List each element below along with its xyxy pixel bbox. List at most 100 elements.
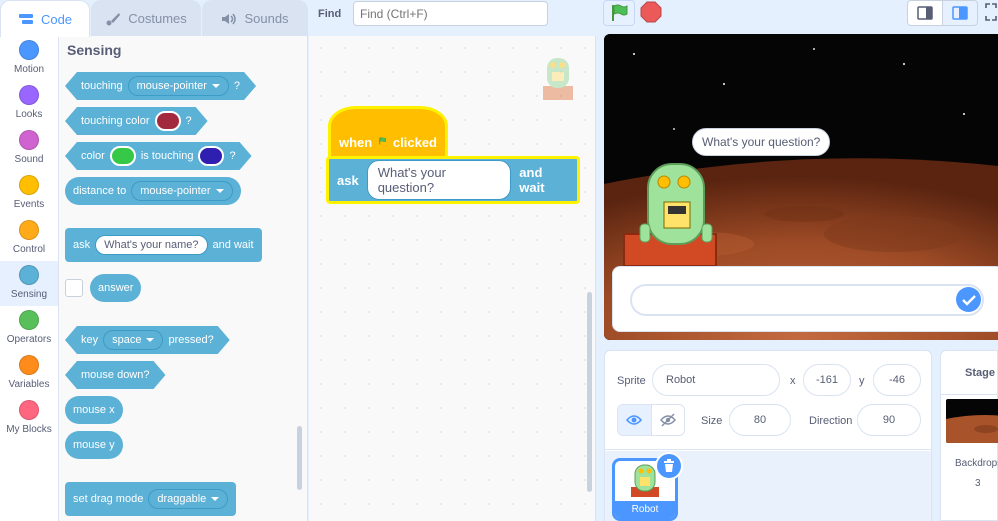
block-label: clicked xyxy=(392,135,437,150)
block-label: ask xyxy=(337,172,359,188)
block-label: touching color xyxy=(81,115,150,127)
tab-code-label: Code xyxy=(40,11,73,27)
category-looks[interactable]: Looks xyxy=(0,81,58,126)
brush-icon xyxy=(105,12,121,26)
ask-prompt-panel xyxy=(612,266,998,332)
sprite-label: Sprite xyxy=(617,375,646,387)
sensing-dot-icon xyxy=(19,265,39,285)
large-stage-button[interactable] xyxy=(942,0,978,26)
stage-selector[interactable]: Stage Backdrops 3 xyxy=(940,350,998,521)
stage-selector-title: Stage xyxy=(941,351,997,395)
eye-icon xyxy=(626,415,643,425)
touching-color-block[interactable]: touching color ? xyxy=(65,107,208,135)
fullscreen-button[interactable] xyxy=(984,2,998,22)
key-menu[interactable]: space xyxy=(103,330,163,350)
menu-value: draggable xyxy=(157,493,207,505)
small-stage-button[interactable] xyxy=(907,0,943,26)
ask-and-wait-block[interactable]: ask What's your name? and wait xyxy=(65,228,262,262)
color-swatch[interactable] xyxy=(198,146,224,166)
dropdown-arrow-icon xyxy=(146,338,154,342)
category-events[interactable]: Events xyxy=(0,171,58,216)
touching-menu[interactable]: mouse-pointer xyxy=(128,76,229,96)
green-flag-icon xyxy=(379,137,387,145)
color-touching-color-block[interactable]: color is touching ? xyxy=(65,142,252,170)
tab-costumes-label: Costumes xyxy=(128,11,187,26)
mouse-x-block[interactable]: mouse x xyxy=(65,396,123,424)
category-sensing[interactable]: Sensing xyxy=(0,261,58,306)
answer-input[interactable] xyxy=(630,284,984,316)
find-input[interactable] xyxy=(353,1,548,26)
block-label: mouse down? xyxy=(81,369,150,381)
green-flag-button[interactable] xyxy=(603,0,635,26)
size-label: Size xyxy=(701,415,723,427)
script-scrollbar[interactable] xyxy=(587,292,592,492)
script-ask-input[interactable]: What's your question? xyxy=(366,160,512,200)
answer-monitor-checkbox[interactable] xyxy=(65,279,83,297)
ask-input[interactable]: What's your name? xyxy=(95,235,208,255)
palette-scrollbar[interactable] xyxy=(297,426,302,490)
block-label: mouse x xyxy=(73,404,115,416)
speaker-icon xyxy=(221,12,237,26)
color-swatch[interactable] xyxy=(155,111,181,131)
y-field[interactable]: -46 xyxy=(873,364,921,396)
stage-canvas[interactable]: What's your question? xyxy=(604,34,998,340)
submit-answer-button[interactable] xyxy=(956,287,981,312)
script-ask-block[interactable]: ask What's your question? and wait xyxy=(326,156,580,204)
dropdown-arrow-icon xyxy=(211,497,220,501)
tab-costumes[interactable]: Costumes xyxy=(91,0,201,36)
tab-code[interactable]: Code xyxy=(0,0,90,37)
sprite-name-field[interactable]: Robot xyxy=(652,364,780,396)
x-label: x xyxy=(790,375,796,387)
distance-menu[interactable]: mouse-pointer xyxy=(131,181,233,201)
delete-sprite-button[interactable] xyxy=(655,452,683,480)
block-label: key xyxy=(81,334,99,346)
distance-to-block[interactable]: distance to mouse-pointer xyxy=(65,177,241,205)
category-label: Events xyxy=(13,199,45,210)
category-control[interactable]: Control xyxy=(0,216,58,261)
block-label: and wait xyxy=(519,165,545,195)
direction-field[interactable]: 90 xyxy=(857,404,921,436)
category-motion[interactable]: Motion xyxy=(0,36,58,81)
backdrop-thumbnail xyxy=(946,399,998,443)
block-label: when xyxy=(339,135,373,150)
mouse-y-block[interactable]: mouse y xyxy=(65,431,123,459)
fullscreen-icon xyxy=(985,3,997,21)
stop-button[interactable] xyxy=(640,1,662,23)
category-sound[interactable]: Sound xyxy=(0,126,58,171)
script-area[interactable]: when clicked ask What's your question? a… xyxy=(309,36,596,521)
color-swatch[interactable] xyxy=(110,146,136,166)
size-field[interactable]: 80 xyxy=(729,404,791,436)
block-label: and wait xyxy=(212,239,254,251)
control-dot-icon xyxy=(19,220,39,240)
mouse-down-block[interactable]: mouse down? xyxy=(65,361,166,389)
block-label: ? xyxy=(185,115,192,127)
when-flag-clicked-block[interactable]: when clicked xyxy=(328,106,448,158)
block-label: is touching xyxy=(140,150,194,162)
direction-label: Direction xyxy=(809,415,853,427)
category-label: Looks xyxy=(15,109,43,120)
key-pressed-block[interactable]: key space pressed? xyxy=(65,326,230,354)
set-drag-mode-block[interactable]: set drag mode draggable xyxy=(65,482,237,516)
category-my-blocks[interactable]: My Blocks xyxy=(0,396,58,441)
category-label: Variables xyxy=(8,379,50,390)
looks-dot-icon xyxy=(19,85,39,105)
category-label: Control xyxy=(12,244,46,255)
menu-value: mouse-pointer xyxy=(136,80,207,92)
category-operators[interactable]: Operators xyxy=(0,306,58,351)
category-label: My Blocks xyxy=(6,424,52,435)
drag-mode-menu[interactable]: draggable xyxy=(148,489,229,509)
tab-sounds[interactable]: Sounds xyxy=(202,0,308,36)
category-variables[interactable]: Variables xyxy=(0,351,58,396)
operators-dot-icon xyxy=(19,310,39,330)
sprite-thumbnail-label: Robot xyxy=(615,501,675,518)
show-button[interactable] xyxy=(618,405,652,435)
x-field[interactable]: -161 xyxy=(803,364,851,396)
answer-block[interactable]: answer xyxy=(90,274,142,302)
stop-icon xyxy=(640,1,662,23)
dropdown-arrow-icon xyxy=(215,189,224,193)
events-dot-icon xyxy=(19,175,39,195)
green-flag-icon xyxy=(612,4,628,21)
touching-block[interactable]: touching mouse-pointer ? xyxy=(65,72,256,100)
hide-button[interactable] xyxy=(652,405,685,435)
y-label: y xyxy=(859,375,865,387)
